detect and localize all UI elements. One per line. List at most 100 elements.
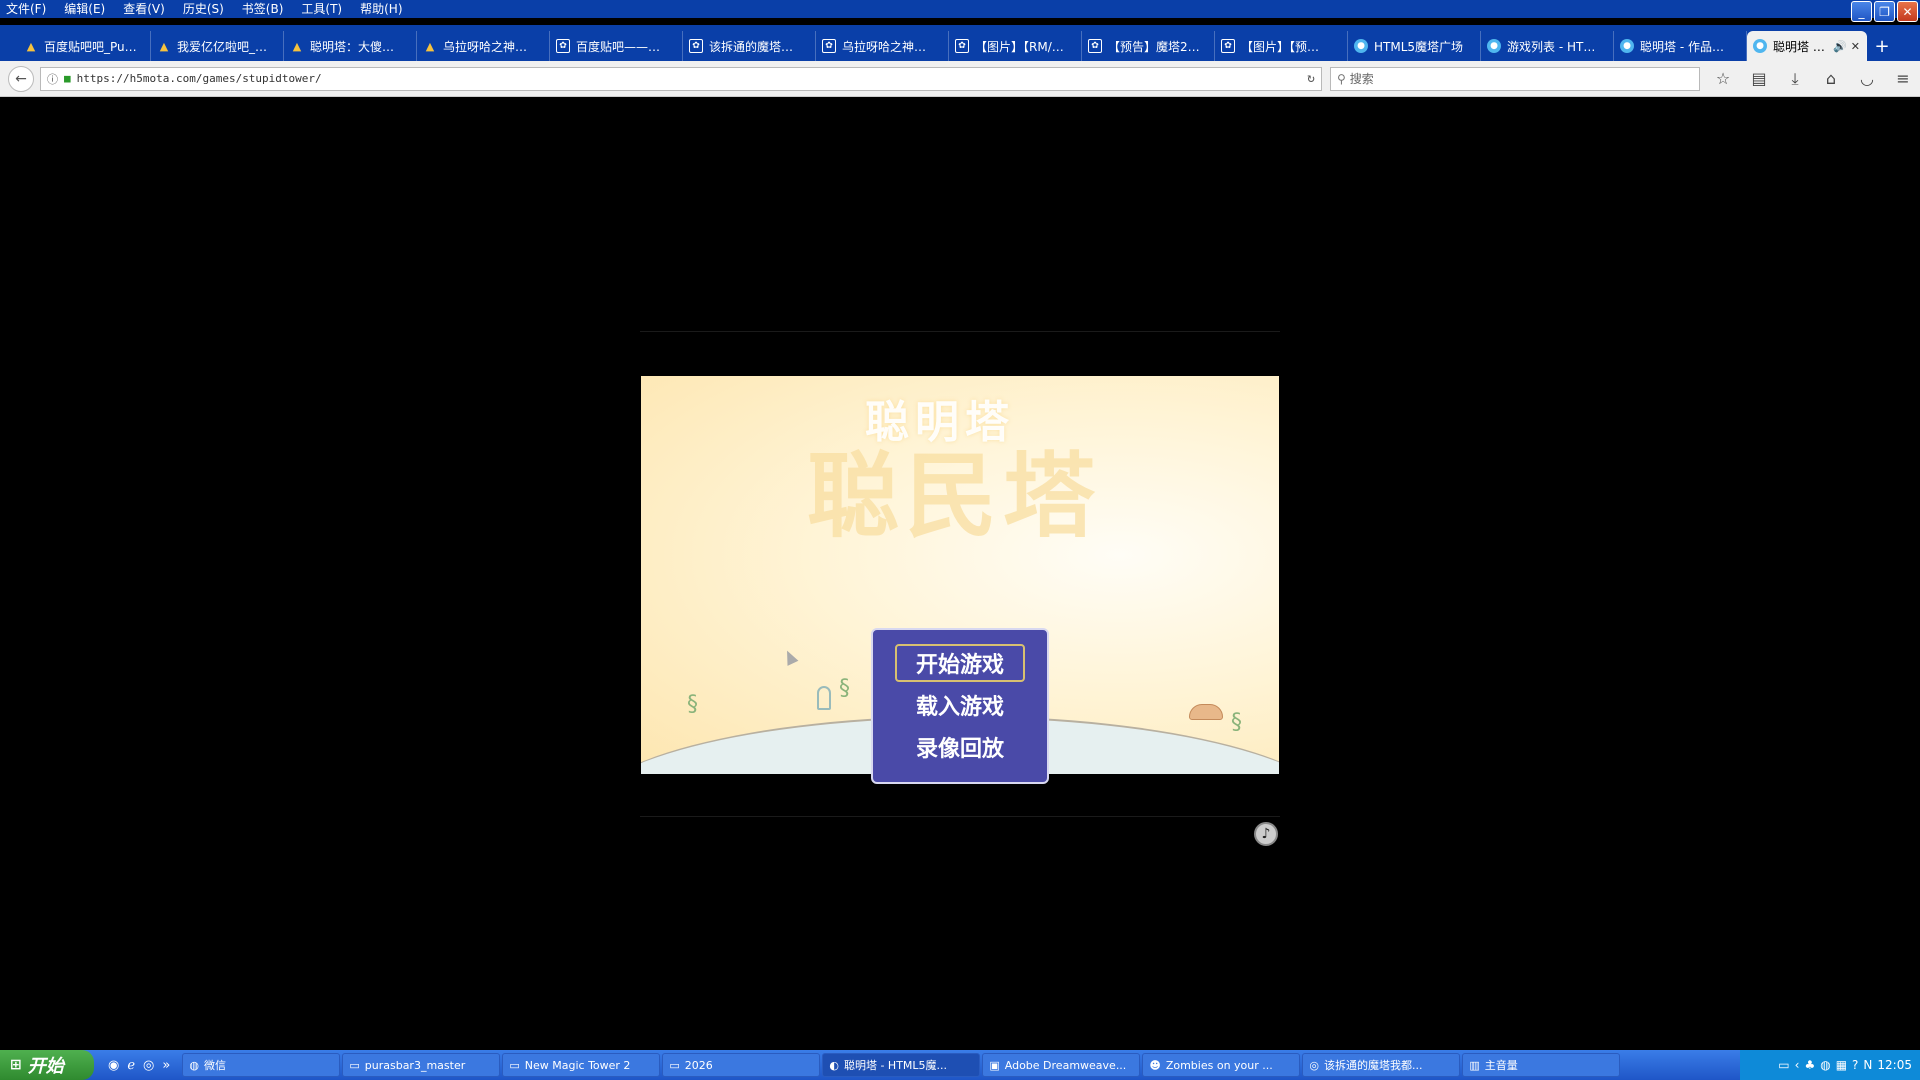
taskbar-button[interactable]: ▭ 2026	[662, 1053, 821, 1077]
dreamweaver-icon: ▣	[989, 1058, 1000, 1072]
back-arrow-icon: ←	[15, 70, 27, 87]
paw-icon: ✿	[556, 39, 570, 53]
qq-icon[interactable]: ♣	[1804, 1058, 1815, 1072]
taskbar-button-active[interactable]: ◐ 聪明塔 - HTML5魔...	[822, 1053, 981, 1077]
browser-tab[interactable]: ✿ 【预告】魔塔2…	[1082, 31, 1215, 61]
info-icon[interactable]: ⓘ	[47, 71, 58, 87]
browser-tab[interactable]: ✿ 百度贴吧——…	[550, 31, 683, 61]
task-list: ◍ 微信 ▭ purasbar3_master ▭ New Magic Tower 2…	[182, 1053, 1622, 1077]
volume-icon: ▥	[1469, 1058, 1480, 1072]
tray-arrow-icon[interactable]: ‹	[1795, 1058, 1800, 1072]
taskbar-button[interactable]: ▣ Adobe Dreamweave...	[982, 1053, 1141, 1077]
sprout-decoration: §	[1231, 710, 1242, 735]
h5mota-icon: ●	[1487, 39, 1501, 53]
reload-icon[interactable]: ↻	[1307, 71, 1315, 86]
menu-help[interactable]: 帮助(H)	[360, 0, 402, 18]
browser-tab[interactable]: ▲ 我爱亿亿啦吧_…	[151, 31, 284, 61]
taskbar-button[interactable]: ▥ 主音量	[1462, 1053, 1621, 1077]
replay-button[interactable]: 录像回放	[895, 728, 1025, 766]
tab-bar: ▲ 百度贴吧吧_Pu… ▲ 我爱亿亿啦吧_… ▲ 聪明塔：大傻… ▲ 乌拉呀哈之神… ✿…	[0, 25, 1920, 61]
folder-icon: ▭	[669, 1058, 680, 1072]
taskbar-button[interactable]: ▭ purasbar3_master	[342, 1053, 501, 1077]
clock[interactable]: 12:05	[1877, 1058, 1912, 1072]
url-text[interactable]: https://h5mota.com/games/stupidtower/	[77, 72, 1308, 85]
paw-icon: ✿	[822, 39, 836, 53]
close-window-button[interactable]: ✕	[1897, 1, 1918, 22]
paw-icon: ✿	[955, 39, 969, 53]
pocket-icon[interactable]: ◡	[1856, 69, 1878, 89]
browser-tab[interactable]: ▲ 百度贴吧吧_Pu…	[18, 31, 151, 61]
new-tab-button[interactable]: +	[1867, 31, 1897, 61]
paw-icon: ✿	[1088, 39, 1102, 53]
quick-launch-icon[interactable]: ◉	[108, 1058, 119, 1073]
window-controls: _ ❐ ✕	[1851, 1, 1918, 22]
bookmark-star-icon[interactable]: ☆	[1712, 69, 1734, 89]
folder-icon: ▭	[509, 1058, 520, 1072]
lock-icon: ■	[64, 72, 71, 85]
browser-tab[interactable]: ▲ 聪明塔：大傻…	[284, 31, 417, 61]
baidu-tieba-icon: ▲	[425, 39, 435, 53]
wechat-icon: ◍	[189, 1058, 199, 1072]
toolbar-icons: ☆ ▤ ⤓ ⌂ ◡ ≡	[1712, 69, 1914, 89]
onenote-icon[interactable]: N	[1863, 1058, 1872, 1072]
network-icon[interactable]: ▦	[1836, 1058, 1847, 1072]
zombie-icon: ☻	[1149, 1058, 1161, 1072]
taskbar-button[interactable]: ◎ 该拆通的魔塔我都...	[1302, 1053, 1461, 1077]
menu-bar: 文件(F) 编辑(E) 查看(V) 历史(S) 书签(B) 工具(T) 帮助(H…	[0, 0, 1920, 22]
system-tray: ▭ ‹ ♣ ◍ ▦ ? N 12:05	[1740, 1050, 1920, 1080]
back-button[interactable]: ←	[8, 65, 34, 92]
browser-tab[interactable]: ✿ 该拆通的魔塔…	[683, 31, 816, 61]
start-button[interactable]: ⊞ 开始	[0, 1050, 94, 1080]
quick-launch-icon[interactable]: ◎	[143, 1058, 154, 1073]
menu-file[interactable]: 文件(F)	[6, 0, 46, 18]
search-bar[interactable]: ⚲ 搜索	[1330, 66, 1700, 91]
home-icon[interactable]: ⌂	[1820, 69, 1842, 89]
mushroom-decoration	[1189, 704, 1223, 720]
paw-icon: ✿	[689, 39, 703, 53]
taskbar-button[interactable]: ▭ New Magic Tower 2	[502, 1053, 661, 1077]
help-icon[interactable]: ?	[1852, 1058, 1858, 1072]
taskbar-button[interactable]: ☻ Zombies on your ...	[1142, 1053, 1301, 1077]
url-bar[interactable]: ⓘ ■ https://h5mota.com/games/stupidtower…	[40, 66, 1322, 91]
menu-history[interactable]: 历史(S)	[183, 0, 224, 18]
browser-tab[interactable]: ✿ 乌拉呀哈之神…	[816, 31, 949, 61]
baidu-tieba-icon: ▲	[292, 39, 302, 53]
menu-view[interactable]: 查看(V)	[123, 0, 165, 18]
browser-tab[interactable]: ✿ 【图片】【预…	[1215, 31, 1348, 61]
menu-tools[interactable]: 工具(T)	[301, 0, 342, 18]
reader-list-icon[interactable]: ▤	[1748, 69, 1770, 89]
load-game-button[interactable]: 载入游戏	[895, 686, 1025, 724]
start-game-button[interactable]: 开始游戏	[895, 644, 1025, 682]
browser-tab[interactable]: ✿ 【图片】【RM/…	[949, 31, 1082, 61]
house-decoration	[817, 686, 831, 710]
sprout-decoration: §	[687, 692, 698, 717]
chevron-icon[interactable]: »	[162, 1058, 170, 1073]
baidu-tieba-icon: ▲	[159, 39, 169, 53]
browser-tab[interactable]: ● 聪明塔 - 作品…	[1614, 31, 1747, 61]
hamburger-menu-icon[interactable]: ≡	[1892, 69, 1914, 89]
browser-tab[interactable]: ● 游戏列表 - HT…	[1481, 31, 1614, 61]
music-toggle-icon[interactable]: ♪	[1254, 822, 1278, 846]
taskbar: ⊞ 开始 ◉ ℯ ◎ » ◍ 微信 ▭ purasbar3_master ▭ New M…	[0, 1050, 1920, 1080]
wechat-tray-icon[interactable]: ◍	[1820, 1058, 1830, 1072]
menu-edit[interactable]: 编辑(E)	[64, 0, 105, 18]
restore-button[interactable]: ❐	[1874, 1, 1895, 22]
ie-icon[interactable]: ℯ	[127, 1058, 135, 1073]
h5mota-icon: ●	[1753, 39, 1767, 53]
firefox-icon: ◐	[829, 1058, 839, 1072]
paw-icon: ✿	[1221, 39, 1235, 53]
game-title-big: 聪民塔	[807, 442, 1102, 550]
folder-icon: ▭	[349, 1058, 360, 1072]
quick-launch: ◉ ℯ ◎ »	[108, 1058, 170, 1073]
taskbar-button[interactable]: ◍ 微信	[182, 1053, 341, 1077]
sprout-decoration: §	[839, 676, 850, 701]
menu-bookmarks[interactable]: 书签(B)	[242, 0, 284, 18]
browser-tab[interactable]: ● HTML5魔塔广场	[1348, 31, 1481, 61]
keyboard-icon[interactable]: ▭	[1778, 1058, 1789, 1072]
close-tab-icon[interactable]: ✕	[1851, 40, 1860, 53]
browser-tab[interactable]: ▲ 乌拉呀哈之神…	[417, 31, 550, 61]
download-icon[interactable]: ⤓	[1784, 69, 1806, 89]
browser-tab-active[interactable]: ● 聪明塔 … 🔊 ✕	[1747, 31, 1867, 61]
speaker-icon[interactable]: 🔊	[1833, 40, 1847, 53]
minimize-button[interactable]: _	[1851, 1, 1872, 22]
